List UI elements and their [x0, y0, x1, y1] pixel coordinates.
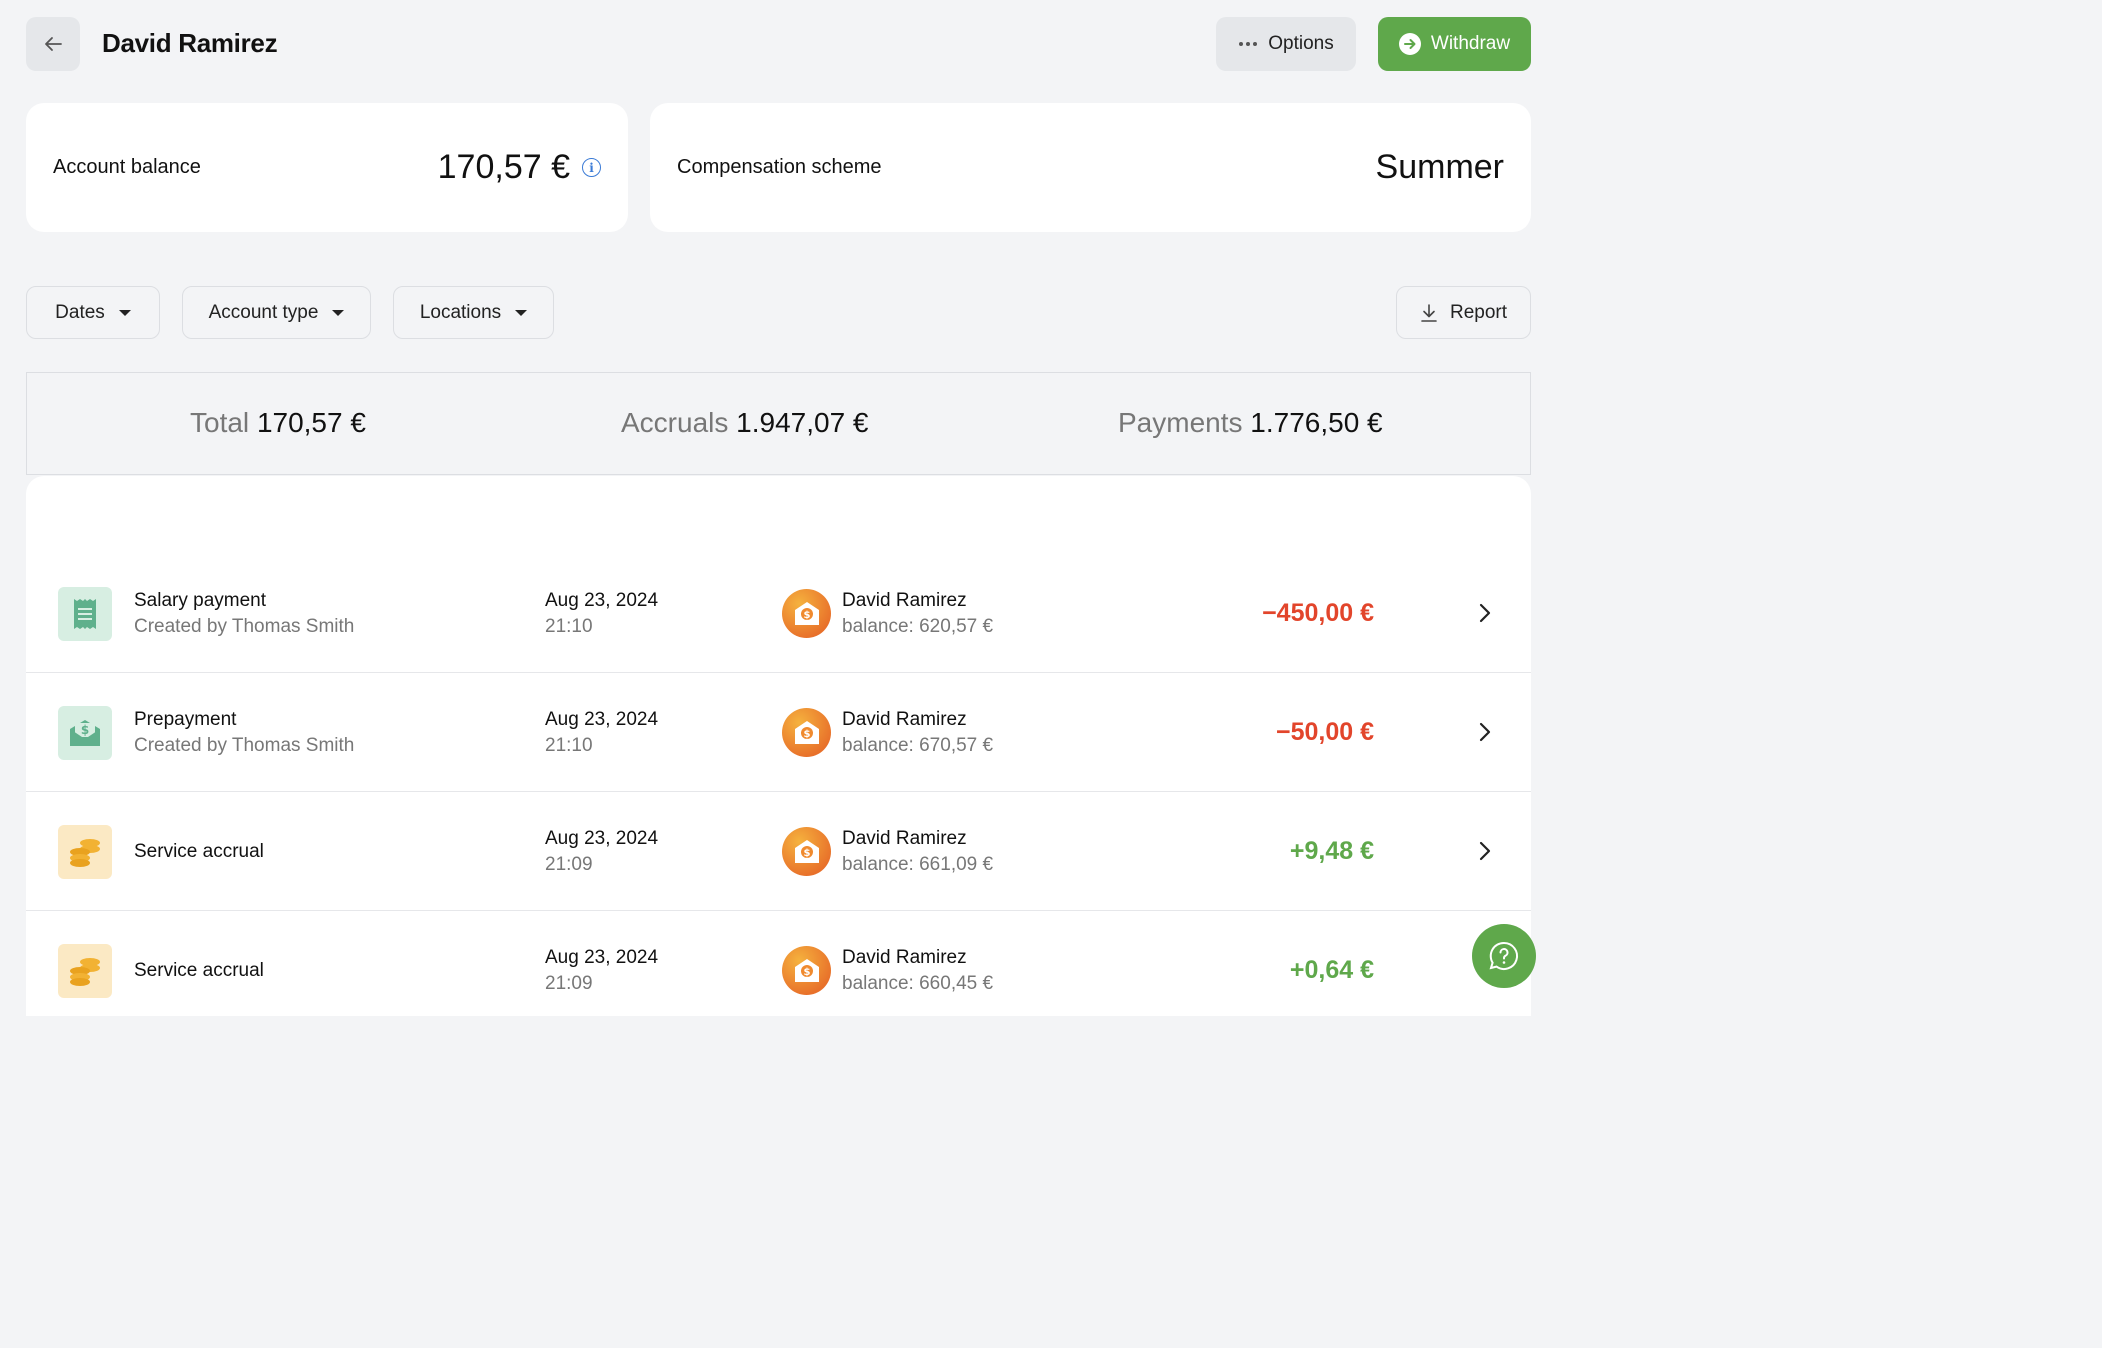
svg-text:$: $: [803, 729, 810, 740]
transaction-title: Prepayment: [134, 709, 237, 730]
transaction-date: Aug 23, 2024: [545, 947, 659, 968]
dates-filter-label: Dates: [55, 301, 105, 323]
coins-icon: [58, 944, 112, 998]
transaction-title: Service accrual: [134, 960, 264, 981]
summary-accruals-label: Accruals: [621, 407, 729, 438]
caret-down-icon: [118, 309, 131, 316]
summary-bar: Total 170,57 € Accruals 1.947,07 € Payme…: [26, 372, 1531, 475]
person-balance: balance: 670,57 €: [842, 735, 994, 756]
report-button[interactable]: Report: [1396, 286, 1531, 339]
transaction-time: 21:10: [545, 735, 593, 756]
transaction-row[interactable]: Service accrual Aug 23, 2024 21:09 $ Dav…: [26, 792, 1531, 911]
transaction-amount: +9,48 €: [1289, 837, 1374, 865]
transaction-date: Aug 23, 2024: [545, 828, 659, 849]
summary-total: Total 170,57 €: [190, 407, 366, 439]
chevron-right-icon[interactable]: [1478, 602, 1492, 624]
transaction-date: Aug 23, 2024: [545, 590, 659, 611]
transaction-amount: −50,00 €: [1275, 718, 1374, 746]
account-type-filter-label: Account type: [208, 301, 319, 323]
person-name: David Ramirez: [842, 828, 967, 849]
summary-total-value: 170,57 €: [256, 407, 366, 438]
transaction-time: 21:09: [545, 973, 593, 994]
transaction-time: 21:09: [545, 854, 593, 875]
help-button[interactable]: [1472, 924, 1536, 988]
info-icon[interactable]: i: [582, 158, 601, 177]
chevron-right-icon[interactable]: [1478, 721, 1492, 743]
person-name: David Ramirez: [842, 590, 967, 611]
account-balance-card: Account balance 170,57 € i: [26, 103, 628, 232]
transaction-amount: +0,64 €: [1289, 956, 1374, 984]
wallet-avatar-icon: $: [782, 589, 831, 638]
transaction-creator: Created by Thomas Smith: [134, 616, 355, 637]
arrow-left-icon: [45, 37, 62, 51]
account-balance-label: Account balance: [53, 156, 201, 178]
transaction-row[interactable]: $ Prepayment Created by Thomas Smith Aug…: [26, 673, 1531, 792]
envelope-money-icon: $: [58, 706, 112, 760]
person-balance: balance: 660,45 €: [842, 973, 994, 994]
svg-text:$: $: [803, 848, 810, 859]
transactions-list: Salary payment Created by Thomas Smith A…: [26, 476, 1531, 1016]
more-dots-icon: [1239, 42, 1258, 46]
transaction-date: Aug 23, 2024: [545, 709, 659, 730]
summary-accruals-value: 1.947,07 €: [736, 407, 869, 438]
wallet-avatar-icon: $: [782, 827, 831, 876]
caret-down-icon: [332, 309, 345, 316]
page-title: David Ramirez: [102, 28, 278, 58]
arrow-right-circle-icon: [1398, 33, 1421, 55]
options-label: Options: [1268, 33, 1334, 54]
transaction-time: 21:10: [545, 616, 593, 637]
summary-payments: Payments 1.776,50 €: [1118, 407, 1383, 439]
withdraw-label: Withdraw: [1430, 33, 1511, 54]
compensation-scheme-label: Compensation scheme: [677, 156, 882, 178]
receipt-icon: [58, 587, 112, 641]
account-balance-value: 170,57 €: [437, 148, 570, 186]
help-chat-icon: [1489, 941, 1519, 970]
person-balance: balance: 661,09 €: [842, 854, 994, 875]
caret-down-icon: [515, 309, 528, 316]
svg-text:$: $: [803, 967, 810, 978]
transaction-title: Salary payment: [134, 590, 267, 611]
download-icon: [1421, 303, 1437, 322]
transaction-creator: Created by Thomas Smith: [134, 735, 355, 756]
person-balance: balance: 620,57 €: [842, 616, 994, 637]
transaction-amount: −450,00 €: [1262, 599, 1374, 627]
compensation-scheme-value: Summer: [1375, 148, 1504, 186]
wallet-avatar-icon: $: [782, 708, 831, 757]
summary-accruals: Accruals 1.947,07 €: [621, 407, 869, 439]
summary-total-label: Total: [190, 407, 250, 438]
transaction-row[interactable]: Service accrual Aug 23, 2024 21:09 $ Dav…: [26, 911, 1531, 1030]
locations-filter-dropdown[interactable]: Locations: [393, 286, 554, 339]
wallet-avatar-icon: $: [782, 946, 831, 995]
locations-filter-label: Locations: [419, 301, 502, 323]
back-button[interactable]: [26, 17, 80, 71]
summary-payments-value: 1.776,50 €: [1250, 407, 1383, 438]
compensation-scheme-card: Compensation scheme Summer: [650, 103, 1531, 232]
svg-text:$: $: [81, 723, 89, 737]
svg-text:$: $: [803, 610, 810, 621]
dates-filter-dropdown[interactable]: Dates: [26, 286, 160, 339]
coins-icon: [58, 825, 112, 879]
options-button[interactable]: Options: [1216, 17, 1356, 71]
withdraw-button[interactable]: Withdraw: [1378, 17, 1531, 71]
person-name: David Ramirez: [842, 709, 967, 730]
transaction-title: Service accrual: [134, 841, 264, 862]
summary-payments-label: Payments: [1118, 407, 1243, 438]
account-type-filter-dropdown[interactable]: Account type: [182, 286, 371, 339]
chevron-right-icon[interactable]: [1478, 840, 1492, 862]
person-name: David Ramirez: [842, 947, 967, 968]
transaction-row[interactable]: Salary payment Created by Thomas Smith A…: [26, 554, 1531, 673]
report-label: Report: [1449, 301, 1508, 323]
